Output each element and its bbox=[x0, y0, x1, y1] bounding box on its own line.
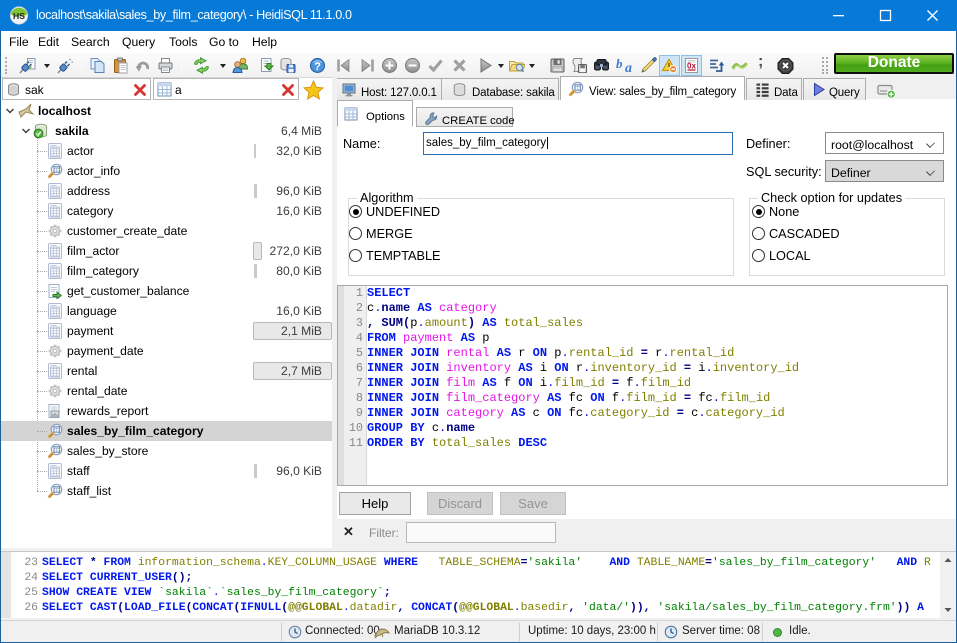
svg-text:0x: 0x bbox=[687, 62, 696, 71]
svg-text:HS: HS bbox=[13, 11, 25, 21]
svg-text:?: ? bbox=[314, 61, 321, 73]
